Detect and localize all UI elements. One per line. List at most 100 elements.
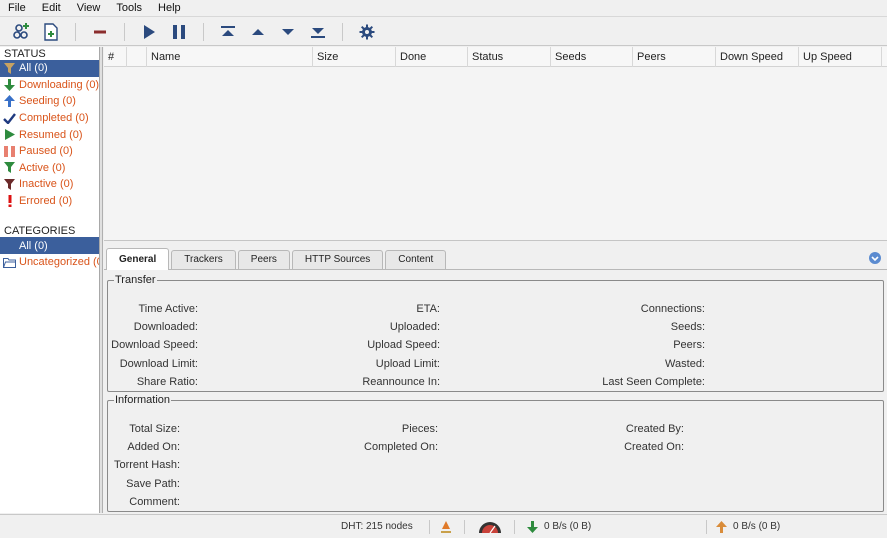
move-top-icon (221, 25, 235, 36)
menu-tools[interactable]: Tools (108, 0, 150, 17)
menu-help[interactable]: Help (150, 0, 189, 17)
column-header-up-speed[interactable]: Up Speed (799, 47, 882, 67)
speed-limit-icon (441, 521, 451, 533)
field-upload-speed: Upload Speed: (367, 339, 440, 351)
resume-icon (144, 24, 155, 39)
column-header-seeds[interactable]: Seeds (551, 47, 633, 67)
status-filter-resumed[interactable]: Resumed (0) (0, 126, 99, 143)
toolbar-separator (124, 22, 125, 41)
sidebar-item-label: Resumed (0) (19, 128, 83, 141)
information-legend: Information (115, 394, 171, 406)
pause-icon (3, 145, 16, 158)
filter-sidebar: STATUS All (0) Downloading (0) Seeding (… (0, 47, 100, 513)
menu-file[interactable]: File (0, 0, 34, 17)
menu-edit[interactable]: Edit (34, 0, 69, 17)
field-seeds: Seeds: (670, 321, 705, 333)
remove-button[interactable] (88, 21, 112, 43)
upload-arrow-icon (716, 521, 727, 533)
connection-status[interactable] (478, 515, 502, 538)
move-bottom-button[interactable] (306, 21, 330, 43)
column-header-number[interactable]: # (104, 47, 127, 67)
status-filter-inactive[interactable]: Inactive (0) (0, 176, 99, 193)
field-upload-limit: Upload Limit: (375, 358, 440, 370)
column-header-peers[interactable]: Peers (633, 47, 716, 67)
move-up-button[interactable] (246, 21, 270, 43)
sidebar-item-label: Inactive (0) (19, 178, 74, 191)
tab-general[interactable]: General (106, 248, 170, 270)
tab-http-sources[interactable]: HTTP Sources (291, 250, 384, 269)
upload-speed-status[interactable]: 0 B/s (0 B) (716, 515, 780, 538)
information-group: Information Total Size: Added On: Torren… (107, 394, 884, 512)
field-last-seen-complete: Last Seen Complete: (602, 376, 705, 388)
field-time-active: Time Active: (138, 303, 199, 315)
resume-button[interactable] (137, 21, 161, 43)
sidebar-item-label: Active (0) (19, 161, 66, 174)
sidebar-item-label: All (0) (19, 239, 48, 252)
column-header-done[interactable]: Done (396, 47, 468, 67)
status-filter-completed[interactable]: Completed (0) (0, 110, 99, 127)
move-top-button[interactable] (216, 21, 240, 43)
field-download-limit: Download Limit: (119, 358, 198, 370)
move-bottom-icon (311, 27, 325, 38)
move-down-icon (282, 28, 294, 35)
category-filter-all[interactable]: All (0) (0, 237, 99, 254)
category-filter-uncategorized[interactable]: Uncategorized (0) (0, 254, 99, 271)
column-header-status[interactable]: Status (468, 47, 551, 67)
sidebar-item-label: All (0) (19, 62, 48, 75)
status-filter-downloading[interactable]: Downloading (0) (0, 77, 99, 94)
field-connections: Connections: (640, 303, 705, 315)
field-total-size: Total Size: (129, 423, 180, 435)
download-arrow-icon (3, 78, 16, 91)
transfer-legend: Transfer (115, 274, 156, 286)
move-up-icon (252, 28, 264, 35)
status-filter-errored[interactable]: Errored (0) (0, 193, 99, 210)
column-header-progress-icon[interactable] (127, 47, 147, 67)
column-header-name[interactable]: Name (147, 47, 313, 67)
options-gear-icon (359, 24, 375, 39)
filter-icon (3, 62, 16, 75)
add-torrent-link-icon (13, 22, 29, 39)
pause-button[interactable] (167, 21, 191, 43)
field-reannounce-in: Reannounce In: (362, 376, 440, 388)
field-completed-on: Completed On: (364, 441, 438, 453)
tab-content[interactable]: Content (385, 250, 447, 269)
options-button[interactable] (355, 21, 379, 43)
collapse-details-button[interactable] (869, 252, 881, 264)
field-download-speed: Download Speed: (111, 339, 198, 351)
sidebar-item-label: Uncategorized (0) (19, 256, 100, 269)
status-filter-paused[interactable]: Paused (0) (0, 143, 99, 160)
field-wasted: Wasted: (665, 358, 705, 370)
add-torrent-file-button[interactable] (39, 21, 63, 43)
status-filter-all[interactable]: All (0) (0, 60, 99, 77)
upload-arrow-icon (3, 95, 16, 108)
sidebar-item-label: Seeding (0) (19, 95, 76, 108)
tab-peers[interactable]: Peers (237, 250, 290, 269)
field-downloaded: Downloaded: (133, 321, 198, 333)
details-splitter-grip[interactable] (491, 241, 501, 250)
download-speed-text: 0 B/s (0 B) (544, 521, 592, 532)
alt-speed-button[interactable] (440, 515, 452, 538)
status-filter-seeding[interactable]: Seeding (0) (0, 93, 99, 110)
field-eta: ETA: (416, 303, 440, 315)
field-peers: Peers: (673, 339, 705, 351)
dht-status: DHT: 215 nodes (341, 521, 413, 532)
torrent-table: # Name Size Done Status Seeds Peers Down… (104, 47, 887, 241)
tab-trackers[interactable]: Trackers (171, 250, 236, 269)
sidebar-splitter[interactable] (100, 47, 103, 513)
column-header-size[interactable]: Size (313, 47, 396, 67)
column-header-down-speed[interactable]: Down Speed (716, 47, 799, 67)
status-bar: DHT: 215 nodes 0 B/s (0 B) 0 B/s (0 B) (0, 514, 887, 538)
connection-gauge-icon (479, 522, 501, 534)
download-speed-status[interactable]: 0 B/s (0 B) (527, 515, 591, 538)
status-filter-active[interactable]: Active (0) (0, 160, 99, 177)
sidebar-item-label: Downloading (0) (19, 78, 100, 91)
filter-red-icon (3, 178, 16, 191)
details-pane: General Trackers Peers HTTP Sources Cont… (104, 246, 887, 513)
upload-speed-text: 0 B/s (0 B) (733, 521, 781, 532)
move-down-button[interactable] (276, 21, 300, 43)
transfer-group: Transfer Time Active: Downloaded: Downlo… (107, 274, 884, 392)
error-icon (3, 195, 16, 208)
add-torrent-link-button[interactable] (9, 21, 33, 43)
menu-view[interactable]: View (69, 0, 109, 17)
sidebar-item-label: Completed (0) (19, 112, 89, 125)
